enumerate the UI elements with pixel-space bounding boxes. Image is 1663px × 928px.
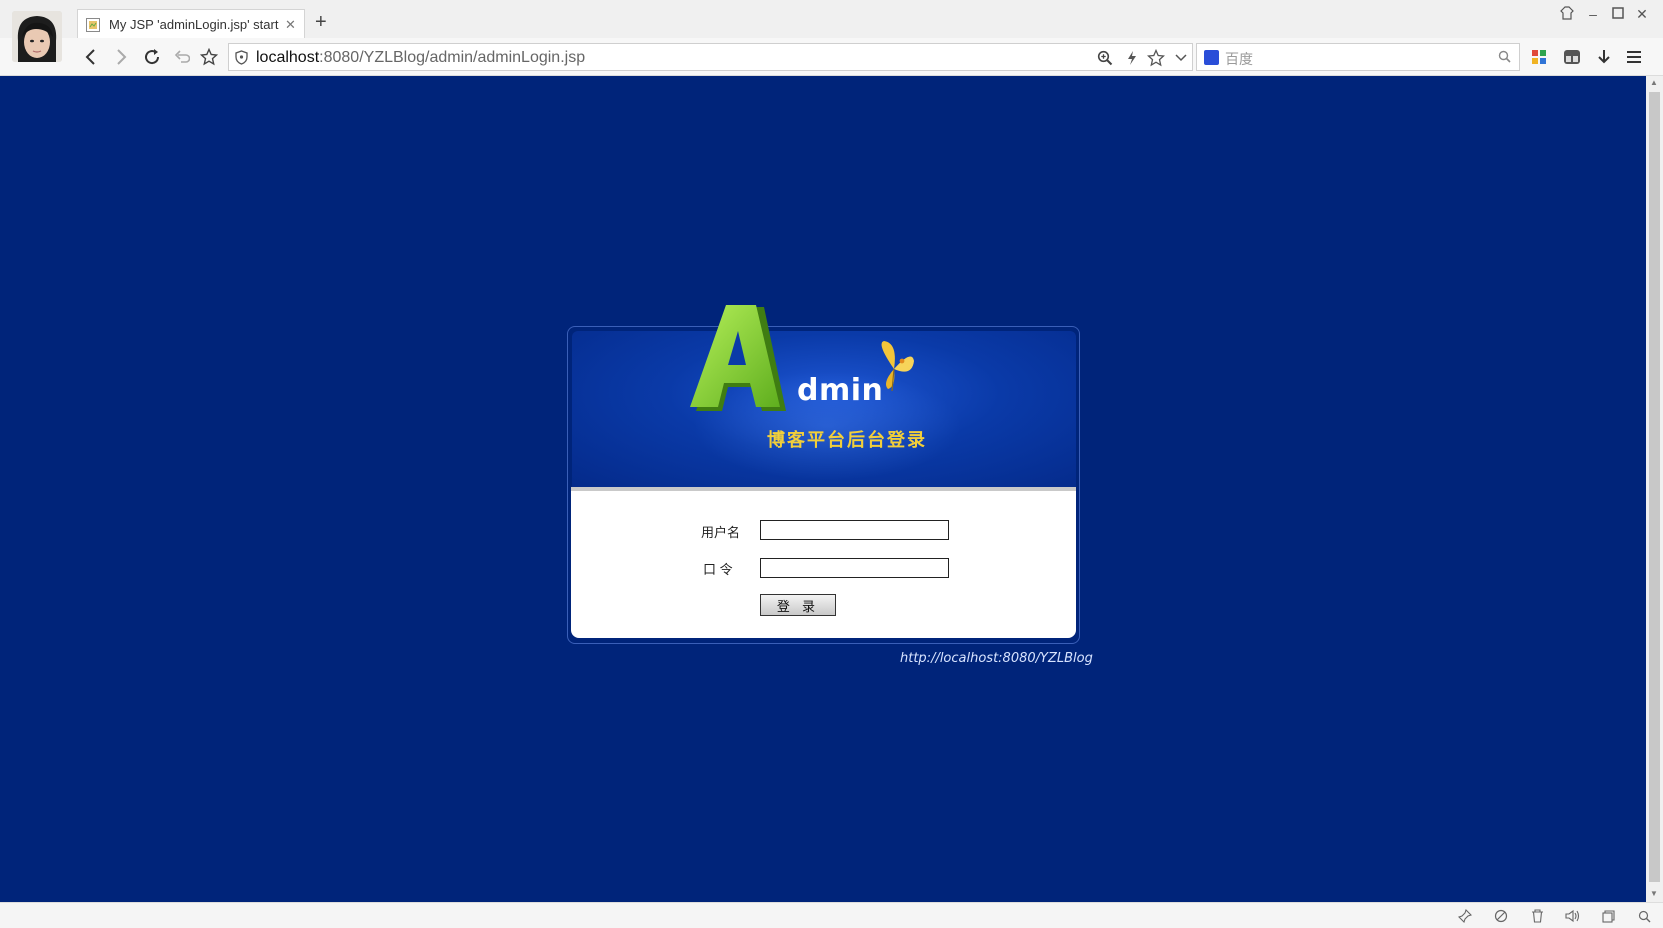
username-label: 用户名 — [701, 525, 741, 540]
butterfly-icon — [881, 341, 914, 392]
maximize-icon[interactable] — [1608, 6, 1628, 22]
browser-titlebar: My JSP 'adminLogin.jsp' start ✕ + – ✕ — [0, 0, 1663, 39]
login-button[interactable]: 登 录 — [760, 594, 836, 616]
url-path: :8080/YZLBlog/admin/adminLogin.jsp — [319, 49, 586, 66]
minimize-icon[interactable]: – — [1583, 6, 1603, 22]
zoom-search-icon[interactable] — [1636, 908, 1652, 924]
browser-statusbar — [0, 902, 1663, 928]
username-input[interactable] — [760, 520, 949, 540]
vertical-scrollbar[interactable]: ▲ ▼ — [1646, 76, 1663, 902]
login-form: 用户名 口 令 登 录 — [571, 487, 1076, 638]
scrollbar-thumb[interactable] — [1649, 92, 1660, 882]
speaker-icon[interactable] — [1564, 908, 1580, 924]
pin-icon[interactable] — [1457, 908, 1473, 924]
scroll-up-icon[interactable]: ▲ — [1650, 78, 1658, 87]
browser-tab[interactable]: My JSP 'adminLogin.jsp' start ✕ — [77, 9, 305, 39]
menu-icon[interactable] — [1623, 46, 1645, 68]
zoom-icon[interactable] — [1095, 48, 1115, 68]
trash-icon[interactable] — [1529, 908, 1545, 924]
admin-logo-text: dmin — [797, 373, 884, 408]
tab-close-icon[interactable]: ✕ — [285, 17, 296, 33]
reload-icon[interactable] — [141, 46, 163, 68]
window-restore-icon[interactable] — [1600, 908, 1616, 924]
skin-icon[interactable] — [1557, 6, 1577, 23]
close-window-icon[interactable]: ✕ — [1632, 6, 1652, 23]
back-icon[interactable] — [80, 46, 102, 68]
scroll-down-icon[interactable]: ▼ — [1650, 889, 1658, 898]
download-icon[interactable] — [1593, 46, 1615, 68]
search-icon[interactable] — [1498, 50, 1511, 68]
chevron-down-icon[interactable] — [1171, 48, 1191, 68]
user-avatar[interactable] — [12, 11, 62, 62]
password-input[interactable] — [760, 558, 949, 578]
favorite-star-icon[interactable] — [198, 46, 220, 68]
lightning-icon[interactable] — [1122, 48, 1142, 68]
login-banner: dmin 博客平台后台登录 — [572, 305, 1076, 487]
login-subtitle: 博客平台后台登录 — [767, 430, 927, 450]
search-placeholder: 百度 — [1225, 51, 1253, 67]
password-label: 口 令 — [703, 562, 733, 577]
apps-grid-icon[interactable] — [1528, 46, 1550, 68]
admin-logo-a-icon — [690, 305, 786, 411]
undo-close-icon[interactable] — [171, 46, 193, 68]
bookmark-star-icon[interactable] — [1146, 48, 1166, 68]
page-favicon-icon — [86, 17, 100, 32]
reader-mode-icon[interactable] — [1561, 46, 1583, 68]
baidu-engine-icon[interactable] — [1204, 50, 1219, 65]
search-bar[interactable]: 百度 — [1196, 43, 1520, 71]
forward-icon[interactable] — [110, 46, 132, 68]
tab-title: My JSP 'adminLogin.jsp' start — [109, 17, 279, 32]
url-host: localhost — [256, 49, 320, 66]
site-url-link[interactable]: http://localhost:8080/YZLBlog — [900, 651, 1093, 666]
block-tracking-icon[interactable] — [1493, 908, 1509, 924]
site-info-shield-icon[interactable] — [235, 50, 248, 70]
browser-toolbar: localhost:8080/YZLBlog/admin/adminLogin.… — [0, 38, 1663, 76]
new-tab-icon[interactable]: + — [315, 12, 327, 32]
address-url[interactable]: localhost:8080/YZLBlog/admin/adminLogin.… — [256, 49, 585, 67]
address-bar[interactable]: localhost:8080/YZLBlog/admin/adminLogin.… — [228, 43, 1193, 71]
